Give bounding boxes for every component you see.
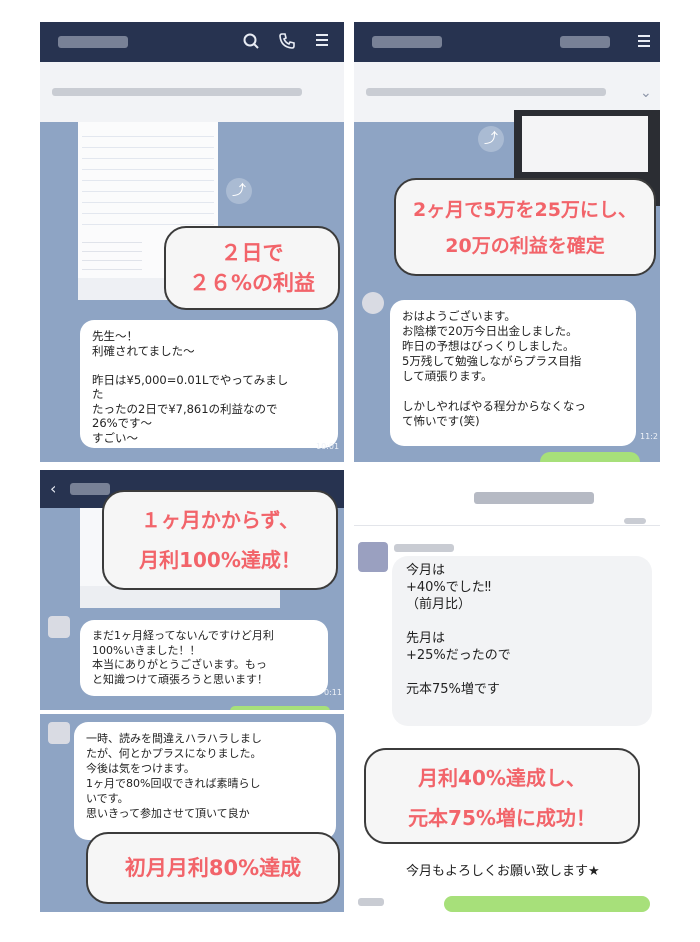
sent-message-preview — [230, 706, 330, 710]
search-icon[interactable] — [242, 32, 260, 54]
message-line: 先生〜！ — [92, 329, 138, 343]
callout-line-1: 2ヶ月で5万を25万にし、 — [413, 199, 637, 221]
message-line: 思いきって参加させて頂いて良か — [86, 807, 250, 820]
chat-screenshot-3: ‹ １ヶ月かからず、 月利100%達成！ まだ1ヶ月経ってないんですけど月利 1… — [40, 470, 344, 710]
message-line: 本当にありがとうございます。もっ — [92, 658, 267, 671]
message-line: 26%です〜 — [92, 416, 153, 430]
header-blurred — [560, 36, 610, 48]
message-line: まだ1ヶ月経ってないんですけど月利 — [92, 629, 274, 642]
callout-line-1: ２日で — [220, 241, 284, 265]
message-line: して頑張ります。 — [402, 369, 493, 383]
announcement-bar — [40, 62, 344, 122]
callout-line-1: 初月月利80%達成 — [124, 856, 302, 880]
chat-screenshot-4: 一時、読みを間違えハラハラしまし たが、何とかプラスになりました。 今後は気をつ… — [40, 714, 344, 912]
chat-screenshot-2: ⌄ ⤴ 2ヶ月で5万を25万にし、 20万の利益を確定 おはようございます。 お… — [354, 22, 660, 462]
callout-line-2: 月利100%達成！ — [139, 548, 301, 572]
message-line — [92, 358, 326, 373]
message-line: +25%だったので — [406, 648, 511, 663]
message-bubble: おはようございます。 お陰様で20万今日出金しました。 昨日の予想はびっくりしま… — [390, 300, 636, 446]
message-line: すごい〜 — [92, 430, 138, 445]
highlight-callout: 初月月利80%達成 — [86, 832, 340, 904]
message-line: 5万残して勉強しながらプラス目指 — [402, 354, 582, 368]
chat-screenshot-5: 今月は +40%でした‼ （前月比） 先月は +25%だったので 元本75%増で… — [354, 470, 660, 912]
contact-name-blurred — [58, 36, 128, 48]
message-line: 利確されてました〜 — [92, 343, 195, 358]
message-time: 10:01 — [316, 442, 340, 451]
callout-line-2: ２６%の利益 — [188, 271, 316, 295]
avatar — [48, 722, 70, 744]
message-line: 今月は — [406, 563, 446, 578]
message-time: 11:2 — [640, 432, 658, 441]
callout-line-2: 20万の利益を確定 — [445, 235, 605, 257]
message-line: お陰様で20万今日出金しました。 — [402, 324, 578, 338]
message-line: 今後は気をつけます。 — [86, 762, 195, 775]
message-line: おはようございます。 — [402, 309, 516, 323]
message-line: しかしやればやる程分からなくなっ — [402, 399, 586, 413]
message-line — [406, 664, 638, 681]
callout-line-1: 月利40%達成し、 — [418, 766, 586, 790]
announcement-blurred — [366, 88, 606, 96]
message-bubble: 一時、読みを間違えハラハラしまし たが、何とかプラスになりました。 今後は気をつ… — [74, 722, 336, 840]
highlight-callout: 2ヶ月で5万を25万にし、 20万の利益を確定 — [394, 178, 656, 276]
avatar — [48, 616, 70, 638]
highlight-callout: ２日で ２６%の利益 — [164, 226, 340, 310]
message-line: 1ヶ月で80%回収できれば素晴らし — [86, 777, 261, 790]
sender-name-blurred — [394, 544, 454, 552]
chat-header — [354, 470, 660, 526]
highlight-callout: １ヶ月かからず、 月利100%達成！ — [102, 490, 338, 590]
chat-screenshot-1: ⤴ ２日で ２６%の利益 先生〜！ 利確されてました〜 昨日は¥5,000=0.… — [40, 22, 344, 462]
sent-message-preview — [444, 896, 650, 912]
back-icon[interactable]: ‹ — [50, 480, 56, 498]
message-line: と知識つけて頑張ろうと思います！ — [92, 672, 268, 686]
menu-icon[interactable] — [314, 32, 330, 52]
message-bubble: 今月は +40%でした‼ （前月比） 先月は +25%だったので 元本75%増で… — [392, 556, 652, 726]
message-line: （前月比） — [406, 597, 472, 612]
highlight-callout: 月利40%達成し、 元本75%増に成功！ — [364, 748, 640, 844]
contact-name-blurred — [70, 483, 110, 495]
share-icon[interactable]: ⤴ — [226, 178, 252, 204]
message-line: 一時、読みを間違えハラハラしまし — [86, 732, 262, 745]
callout-line-2: 元本75%増に成功！ — [408, 806, 596, 830]
message-line: 昨日は¥5,000=0.01Lでやってみまし — [92, 372, 289, 387]
avatar — [362, 292, 384, 314]
message-bubble: まだ1ヶ月経ってないんですけど月利 100%いきました！！ 本当にありがとうござ… — [80, 620, 328, 696]
contact-name-blurred — [372, 36, 442, 48]
message-line: +40%でした‼ — [406, 580, 492, 595]
message-line: 100%いきました！！ — [92, 643, 201, 657]
message-time: 0:11 — [324, 688, 342, 697]
message-line: て怖いです(笑) — [402, 414, 480, 428]
callout-line-1: １ヶ月かからず、 — [140, 508, 300, 532]
message-line — [402, 384, 624, 399]
message-line: た — [92, 387, 104, 401]
chat-header — [354, 22, 660, 62]
menu-icon[interactable] — [636, 33, 652, 53]
message-line: 昨日の予想はびっくりしました。 — [402, 339, 575, 353]
announcement-blurred — [52, 88, 302, 96]
message-line — [406, 613, 638, 630]
message-line: 元本75%増です — [406, 682, 500, 697]
message-line: たが、何とかプラスになりました。 — [86, 747, 262, 760]
chat-header — [40, 22, 344, 62]
closing-message: 今月もよろしくお願い致します★ — [406, 864, 600, 879]
date-blurred — [624, 518, 646, 524]
contact-name-blurred — [474, 492, 594, 504]
sent-message-preview — [540, 452, 640, 462]
avatar — [358, 542, 388, 572]
message-line: 先月は — [406, 631, 446, 646]
chevron-down-icon[interactable]: ⌄ — [640, 84, 652, 102]
message-bubble: 先生〜！ 利確されてました〜 昨日は¥5,000=0.01Lでやってみまし た … — [80, 320, 338, 448]
phone-icon[interactable] — [278, 32, 296, 54]
message-line: いです。 — [86, 792, 129, 805]
share-icon[interactable]: ⤴ — [478, 126, 504, 152]
sender-name-blurred — [358, 898, 384, 906]
message-line: たったの2日で¥7,861の利益なので — [92, 401, 278, 416]
